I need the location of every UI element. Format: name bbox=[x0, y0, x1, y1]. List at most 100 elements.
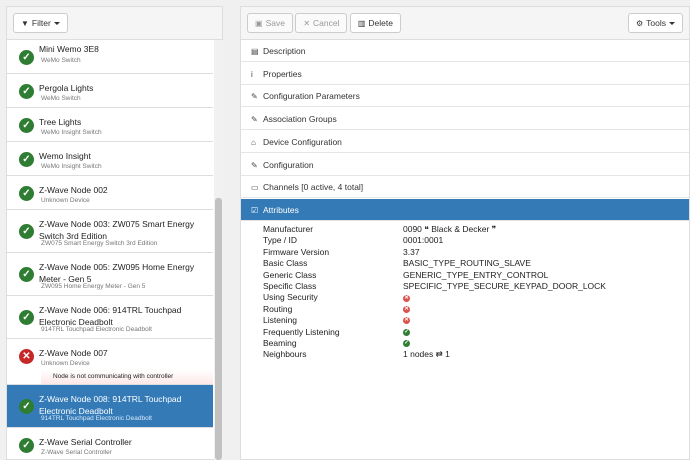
error-circle-icon: ✕ bbox=[19, 349, 34, 364]
device-list-item[interactable]: ✓ Mini Wemo 3E8 WeMo Switch bbox=[7, 40, 213, 74]
tools-button[interactable]: ⚙ Tools bbox=[627, 13, 683, 33]
save-icon: ▣ bbox=[255, 19, 263, 28]
caret-down-icon bbox=[669, 22, 675, 26]
section-label: Configuration bbox=[263, 159, 314, 170]
device-type: ZW075 Smart Energy Switch 3rd Edition bbox=[41, 240, 158, 247]
device-name: Tree Lights bbox=[39, 117, 82, 127]
attribute-value: GENERIC_TYPE_ENTRY_CONTROL bbox=[403, 269, 549, 280]
device-type: WeMo Insight Switch bbox=[41, 163, 102, 170]
device-name: Pergola Lights bbox=[39, 83, 94, 93]
info-icon: i bbox=[251, 69, 253, 79]
section-configuration[interactable]: ✎ Configuration bbox=[241, 154, 689, 176]
check-circle-icon: ✓ bbox=[19, 118, 34, 133]
device-name: Z-Wave Node 003: ZW075 Smart Energy Swit… bbox=[39, 219, 195, 241]
device-name: Z-Wave Node 008: 914TRL Touchpad Electro… bbox=[39, 394, 182, 416]
device-list-item[interactable]: ✓ Z-Wave Node 008: 914TRL Touchpad Electr… bbox=[7, 385, 213, 428]
attribute-key: Manufacturer bbox=[263, 224, 314, 234]
device-type: Unknown Device bbox=[41, 360, 90, 367]
scrollbar-thumb[interactable] bbox=[215, 198, 222, 460]
attribute-value: 0001:0001 bbox=[403, 235, 444, 246]
device-list-toolbar: ▼ Filter bbox=[7, 7, 222, 40]
device-detail-panel: ▣ Save ✕ Cancel ▥ Delete ⚙ Tools ▤ Descriptio… bbox=[240, 6, 690, 460]
folder-icon: ▭ bbox=[251, 183, 259, 193]
section-attributes[interactable]: ☑ Attributes bbox=[241, 198, 689, 221]
device-list-item[interactable]: ✓ Z-Wave Node 006: 914TRL Touchpad Electr… bbox=[7, 296, 213, 339]
device-type: Unknown Device bbox=[41, 197, 90, 204]
section-label: Properties bbox=[263, 68, 302, 79]
device-name: Wemo Insight bbox=[39, 151, 91, 161]
tools-label: Tools bbox=[646, 18, 666, 28]
device-list-item[interactable]: ✓ Z-Wave Node 003: ZW075 Smart Energy Swi… bbox=[7, 210, 213, 253]
filter-button[interactable]: ▼ Filter bbox=[13, 13, 68, 33]
delete-button[interactable]: ▥ Delete bbox=[349, 13, 401, 33]
wrench-icon: ✎ bbox=[251, 92, 258, 102]
device-type: Z-Wave Serial Controller bbox=[41, 449, 112, 456]
device-list-item[interactable]: ✓ Tree Lights WeMo Insight Switch bbox=[7, 108, 213, 142]
attribute-flag: ✕ bbox=[403, 304, 410, 315]
device-list-item[interactable]: ✓ Z-Wave Node 005: ZW095 Home Energy Mete… bbox=[7, 253, 213, 296]
device-type: 914TRL Touchpad Electronic Deadbolt bbox=[41, 326, 152, 333]
attribute-value: 1 nodes ⇄ 1 bbox=[403, 349, 450, 360]
check-circle-icon: ✓ bbox=[19, 438, 34, 453]
device-list-item[interactable]: ✓ Wemo Insight WeMo Insight Switch bbox=[7, 142, 213, 176]
attribute-row: Firmware Version 3.37 bbox=[263, 247, 683, 258]
device-type: WeMo Switch bbox=[41, 57, 81, 64]
section-label: Configuration Parameters bbox=[263, 91, 360, 102]
section-label: Device Configuration bbox=[263, 136, 342, 147]
trash-icon: ▥ bbox=[357, 19, 366, 28]
section-label: Description bbox=[263, 46, 306, 56]
device-type: ZW095 Home Energy Meter - Gen 5 bbox=[41, 283, 146, 290]
device-type: WeMo Insight Switch bbox=[41, 129, 102, 136]
section-label: Association Groups bbox=[263, 114, 337, 125]
device-warning: Node is not communicating with controlle… bbox=[41, 370, 213, 384]
wrench-icon: ✎ bbox=[251, 115, 258, 125]
attribute-key: Basic Class bbox=[263, 258, 308, 269]
cancel-button[interactable]: ✕ Cancel bbox=[295, 13, 348, 33]
check-circle-icon: ✓ bbox=[19, 310, 34, 325]
attribute-value: 0090 ❝ Black & Decker ❞ bbox=[403, 224, 497, 234]
device-name: Z-Wave Node 005: ZW095 Home Energy Meter… bbox=[39, 262, 195, 284]
check-circle-icon: ✓ bbox=[19, 399, 34, 414]
attribute-key: Specific Class bbox=[263, 281, 317, 291]
attribute-row: Routing ✕ bbox=[263, 304, 683, 315]
check-circle-icon: ✓ bbox=[19, 50, 34, 65]
home-icon: ⌂ bbox=[251, 137, 256, 147]
attribute-row: Using Security ✕ bbox=[263, 292, 683, 303]
check-circle-icon: ✓ bbox=[19, 84, 34, 99]
save-label: Save bbox=[265, 18, 285, 28]
device-name: Z-Wave Node 007 bbox=[39, 348, 108, 358]
section-device-configuration[interactable]: ⌂ Device Configuration bbox=[241, 131, 689, 153]
attribute-row: Manufacturer 0090 ❝ Black & Decker ❞ bbox=[263, 224, 683, 235]
attribute-key: Firmware Version bbox=[263, 246, 330, 257]
edit-icon: ☑ bbox=[251, 205, 259, 215]
attribute-row: Beaming ✓ bbox=[263, 338, 683, 349]
section-association-groups[interactable]: ✎ Association Groups bbox=[241, 108, 689, 131]
device-list-item[interactable]: ✓ Z-Wave Node 002 Unknown Device bbox=[7, 176, 213, 210]
filter-icon: ▼ bbox=[21, 19, 29, 28]
attribute-row: Type / ID 0001:0001 bbox=[263, 235, 683, 246]
book-icon: ▤ bbox=[251, 47, 259, 56]
check-circle-icon: ✓ bbox=[403, 328, 410, 336]
attribute-flag: ✕ bbox=[403, 315, 410, 326]
gear-icon: ⚙ bbox=[635, 19, 644, 28]
attribute-row: Neighbours 1 nodes ⇄ 1 bbox=[263, 349, 683, 360]
section-channels-0-active-4-total[interactable]: ▭ Channels [0 active, 4 total] bbox=[241, 176, 689, 199]
device-list-item[interactable]: ✓ Z-Wave Serial Controller Z-Wave Serial C… bbox=[7, 428, 213, 460]
section-properties[interactable]: i Properties bbox=[241, 63, 689, 85]
section-description[interactable]: ▤ Description bbox=[241, 40, 689, 62]
attribute-key: Beaming bbox=[263, 338, 297, 348]
check-circle-icon: ✓ bbox=[19, 224, 34, 239]
device-list-item[interactable]: ✓ Pergola Lights WeMo Switch bbox=[7, 74, 213, 108]
section-configuration-parameters[interactable]: ✎ Configuration Parameters bbox=[241, 85, 689, 108]
attribute-flag: ✕ bbox=[403, 292, 410, 303]
caret-down-icon bbox=[53, 22, 60, 26]
device-list-item[interactable]: ✕ Z-Wave Node 007 Unknown Device Node is no… bbox=[7, 339, 213, 385]
device-type: 914TRL Touchpad Electronic Deadbolt bbox=[41, 415, 152, 422]
cross-circle-icon: ✕ bbox=[403, 294, 410, 302]
device-list-panel: ▼ Filter ✓ Mini Wemo 3E8 WeMo Switch ✓ Pergol… bbox=[6, 6, 223, 460]
scrollbar-track[interactable] bbox=[214, 40, 223, 460]
save-button[interactable]: ▣ Save bbox=[247, 13, 293, 33]
close-icon: ✕ bbox=[303, 19, 311, 28]
check-circle-icon: ✓ bbox=[19, 186, 34, 201]
attribute-value: SPECIFIC_TYPE_SECURE_KEYPAD_DOOR_LOCK bbox=[403, 281, 606, 291]
